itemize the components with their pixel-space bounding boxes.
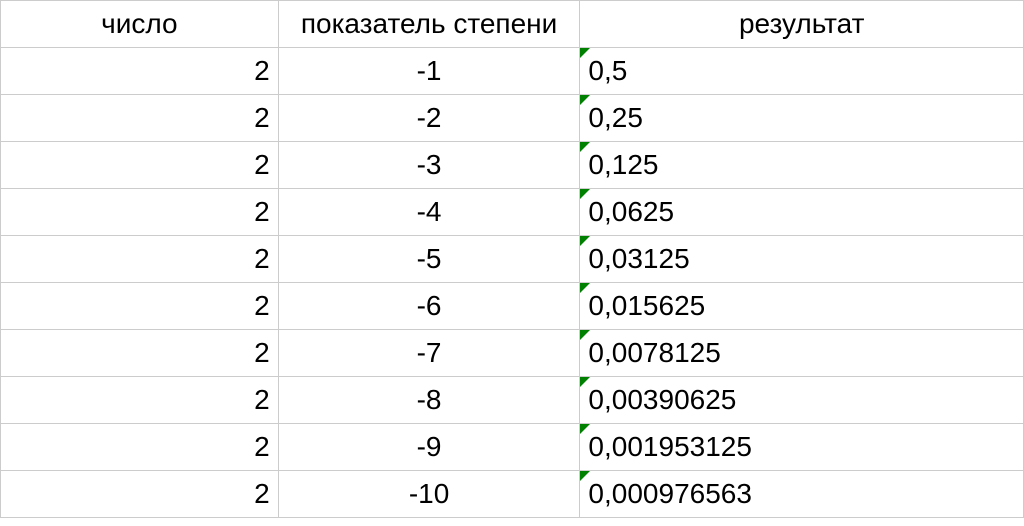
cell-result-value: 0,015625 (588, 290, 705, 321)
table-row: 2 -4 0,0625 (1, 189, 1024, 236)
cell-result[interactable]: 0,015625 (580, 283, 1024, 330)
cell-result-value: 0,125 (588, 149, 658, 180)
cell-result-value: 0,5 (588, 55, 627, 86)
cell-exponent[interactable]: -4 (278, 189, 580, 236)
cell-result[interactable]: 0,03125 (580, 236, 1024, 283)
header-exponent[interactable]: показатель степени (278, 1, 580, 48)
header-result[interactable]: результат (580, 1, 1024, 48)
cell-result[interactable]: 0,00390625 (580, 377, 1024, 424)
header-row: число показатель степени результат (1, 1, 1024, 48)
table-row: 2 -6 0,015625 (1, 283, 1024, 330)
text-format-indicator-icon (580, 236, 590, 246)
cell-result[interactable]: 0,001953125 (580, 424, 1024, 471)
cell-number[interactable]: 2 (1, 48, 279, 95)
cell-result-value: 0,00390625 (588, 384, 736, 415)
cell-number[interactable]: 2 (1, 283, 279, 330)
cell-exponent[interactable]: -5 (278, 236, 580, 283)
text-format-indicator-icon (580, 142, 590, 152)
cell-exponent[interactable]: -3 (278, 142, 580, 189)
cell-number[interactable]: 2 (1, 95, 279, 142)
cell-number[interactable]: 2 (1, 377, 279, 424)
cell-number[interactable]: 2 (1, 471, 279, 518)
cell-exponent[interactable]: -2 (278, 95, 580, 142)
cell-result-value: 0,0078125 (588, 337, 720, 368)
table-row: 2 -7 0,0078125 (1, 330, 1024, 377)
header-number[interactable]: число (1, 1, 279, 48)
cell-number[interactable]: 2 (1, 424, 279, 471)
cell-exponent[interactable]: -7 (278, 330, 580, 377)
spreadsheet-table[interactable]: число показатель степени результат 2 -1 … (0, 0, 1024, 518)
cell-result-value: 0,03125 (588, 243, 689, 274)
text-format-indicator-icon (580, 95, 590, 105)
cell-exponent[interactable]: -8 (278, 377, 580, 424)
cell-exponent[interactable]: -1 (278, 48, 580, 95)
cell-number[interactable]: 2 (1, 330, 279, 377)
table-row: 2 -2 0,25 (1, 95, 1024, 142)
cell-result-value: 0,001953125 (588, 431, 752, 462)
table-row: 2 -3 0,125 (1, 142, 1024, 189)
cell-result[interactable]: 0,000976563 (580, 471, 1024, 518)
table-row: 2 -5 0,03125 (1, 236, 1024, 283)
cell-exponent[interactable]: -9 (278, 424, 580, 471)
cell-result[interactable]: 0,0625 (580, 189, 1024, 236)
text-format-indicator-icon (580, 424, 590, 434)
text-format-indicator-icon (580, 48, 590, 58)
cell-number[interactable]: 2 (1, 142, 279, 189)
table-row: 2 -8 0,00390625 (1, 377, 1024, 424)
table-row: 2 -1 0,5 (1, 48, 1024, 95)
text-format-indicator-icon (580, 330, 590, 340)
text-format-indicator-icon (580, 189, 590, 199)
text-format-indicator-icon (580, 283, 590, 293)
cell-result-value: 0,0625 (588, 196, 674, 227)
cell-number[interactable]: 2 (1, 189, 279, 236)
cell-exponent[interactable]: -6 (278, 283, 580, 330)
table-row: 2 -9 0,001953125 (1, 424, 1024, 471)
text-format-indicator-icon (580, 471, 590, 481)
table-row: 2 -10 0,000976563 (1, 471, 1024, 518)
cell-result-value: 0,25 (588, 102, 643, 133)
cell-result[interactable]: 0,5 (580, 48, 1024, 95)
cell-result[interactable]: 0,125 (580, 142, 1024, 189)
text-format-indicator-icon (580, 377, 590, 387)
cell-result-value: 0,000976563 (588, 478, 752, 509)
cell-number[interactable]: 2 (1, 236, 279, 283)
cell-result[interactable]: 0,25 (580, 95, 1024, 142)
cell-result[interactable]: 0,0078125 (580, 330, 1024, 377)
cell-exponent[interactable]: -10 (278, 471, 580, 518)
